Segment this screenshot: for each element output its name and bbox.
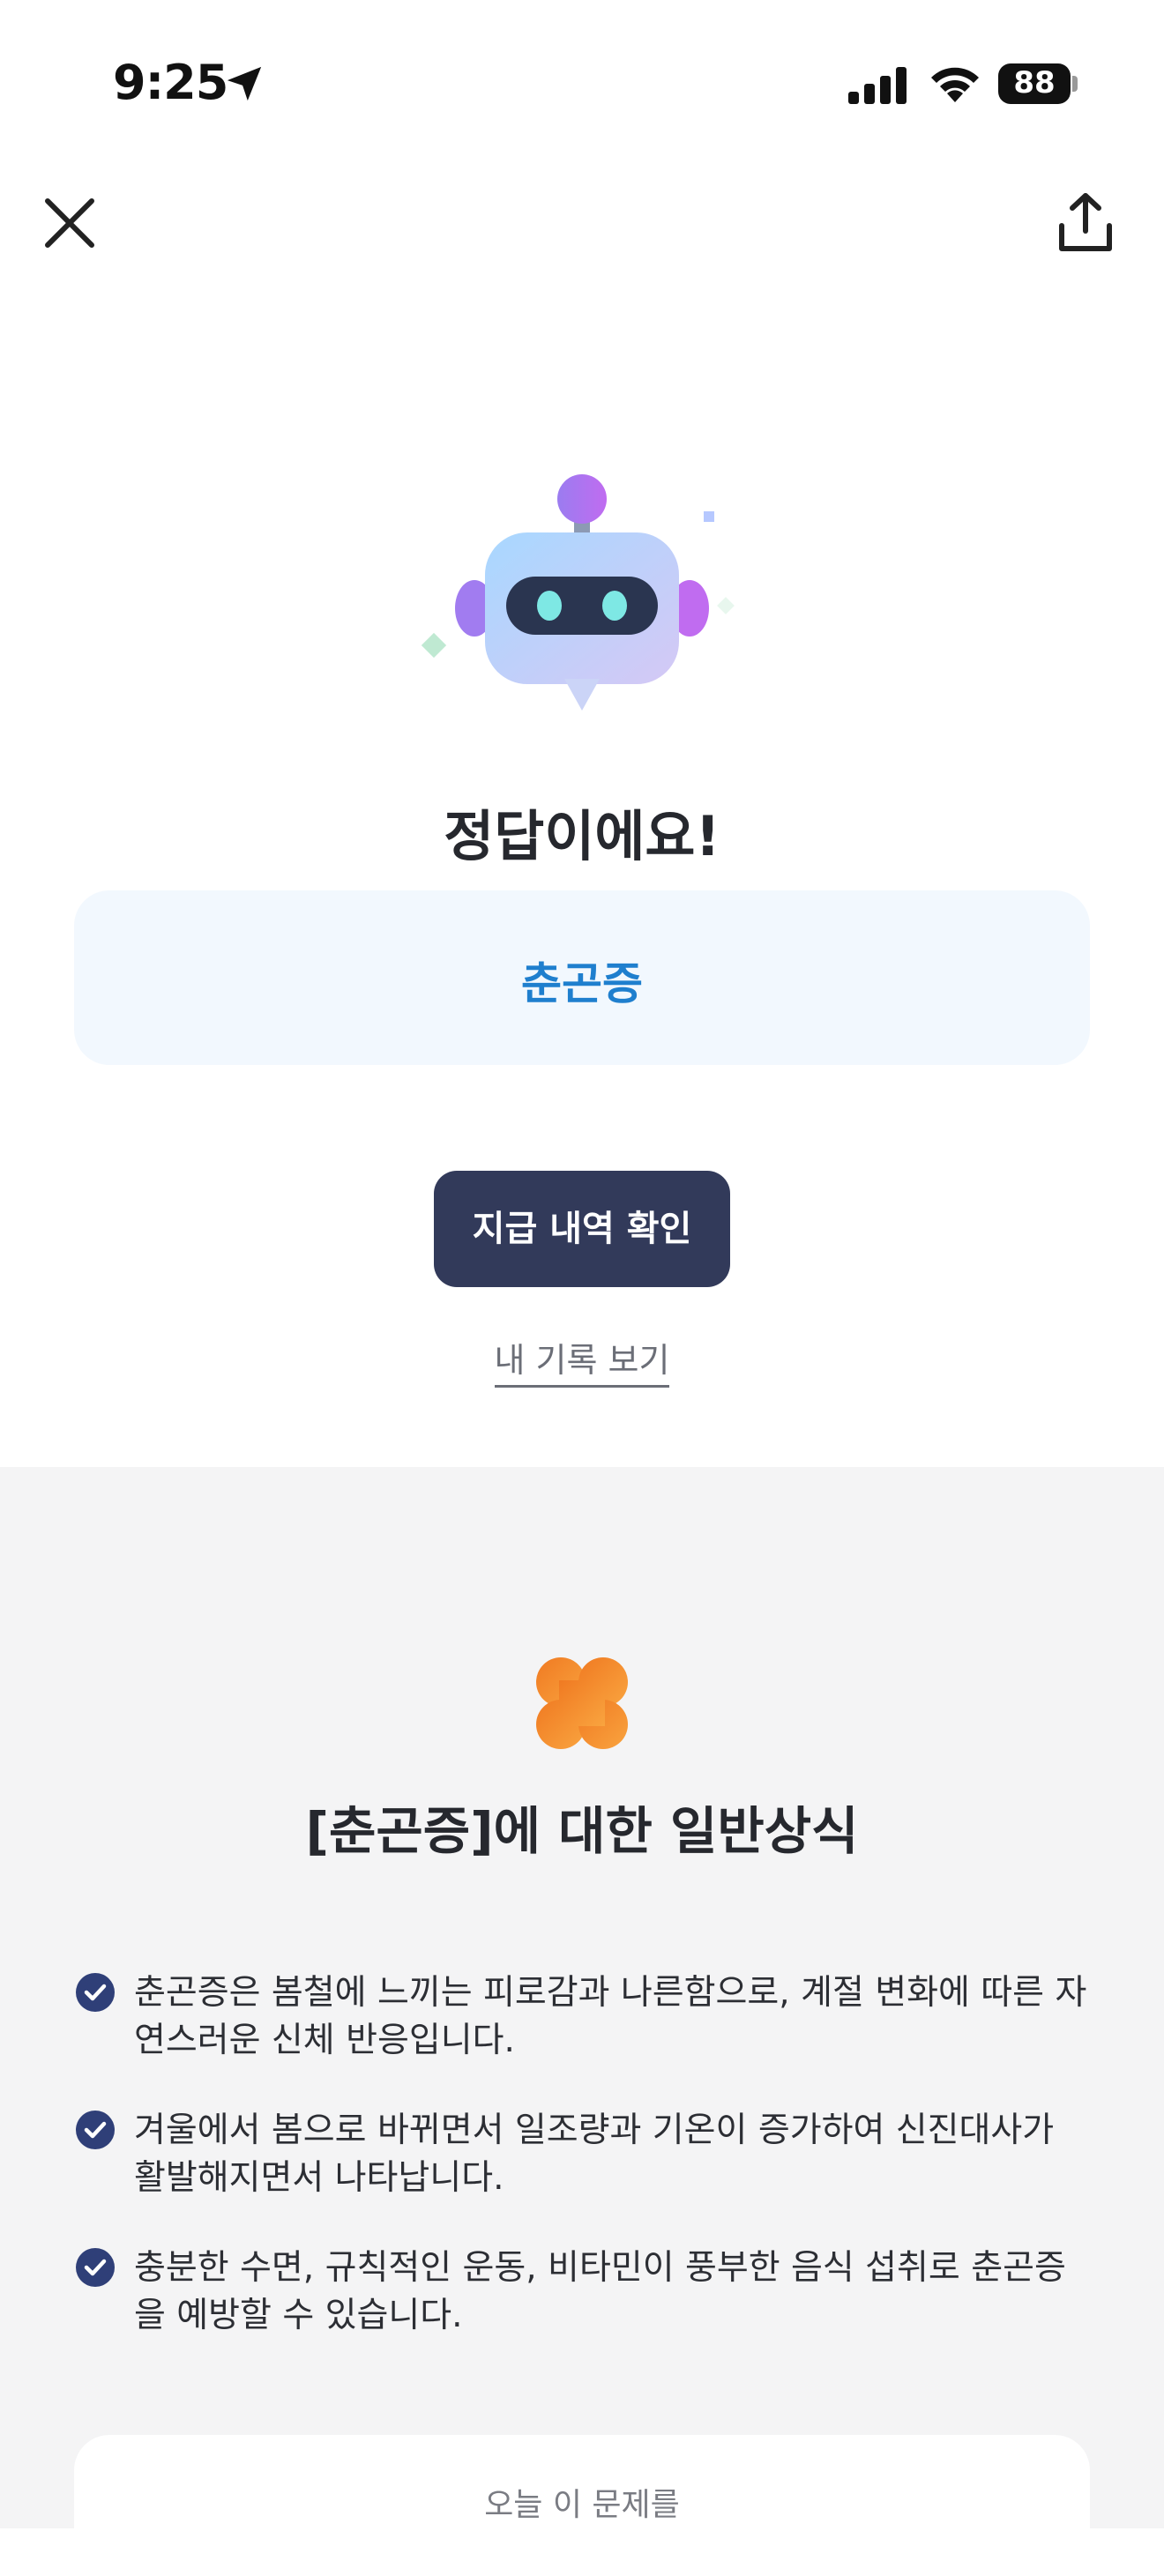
fact-text: 춘곤증은 봄철에 느끼는 피로감과 나른함으로, 계절 변화에 따른 자연스러운…	[134, 1973, 1087, 2060]
payment-history-button[interactable]: 지급 내역 확인	[434, 1171, 730, 1287]
check-circle-icon	[76, 1973, 115, 2012]
cellular-signal-icon	[848, 67, 907, 104]
bottom-card[interactable]: 오늘 이 문제를	[74, 2435, 1090, 2576]
my-record-link-container: 내 기록 보기	[0, 1333, 1164, 1388]
share-icon[interactable]	[1055, 190, 1116, 256]
check-circle-icon	[76, 2111, 115, 2149]
battery-level: 88	[1013, 65, 1056, 101]
wifi-icon	[931, 67, 979, 102]
fact-text: 충분한 수면, 규칙적인 운동, 비타민이 풍부한 음식 섭취로 춘곤증을 예방…	[134, 2248, 1066, 2335]
robot-mascot-icon	[421, 474, 735, 711]
result-title: 정답이에요!	[444, 804, 720, 868]
my-record-link[interactable]: 내 기록 보기	[494, 1341, 670, 1388]
fact-text: 겨울에서 봄으로 바뀌면서 일조량과 기온이 증가하여 신진대사가 활발해지면서…	[134, 2111, 1055, 2198]
check-circle-icon	[76, 2248, 115, 2287]
info-title: [춘곤증]에 대한 일반상식	[305, 1801, 859, 1861]
status-time: 9:25	[113, 55, 228, 110]
clover-icon	[536, 1657, 628, 1749]
battery-icon: 88	[998, 63, 1079, 104]
location-arrow-icon	[227, 66, 262, 101]
answer-box: 춘곤증	[74, 890, 1090, 1065]
close-icon[interactable]	[39, 192, 101, 254]
answer-text: 춘곤증	[521, 958, 643, 1009]
bottom-card-text: 오늘 이 문제를	[484, 2487, 680, 2523]
